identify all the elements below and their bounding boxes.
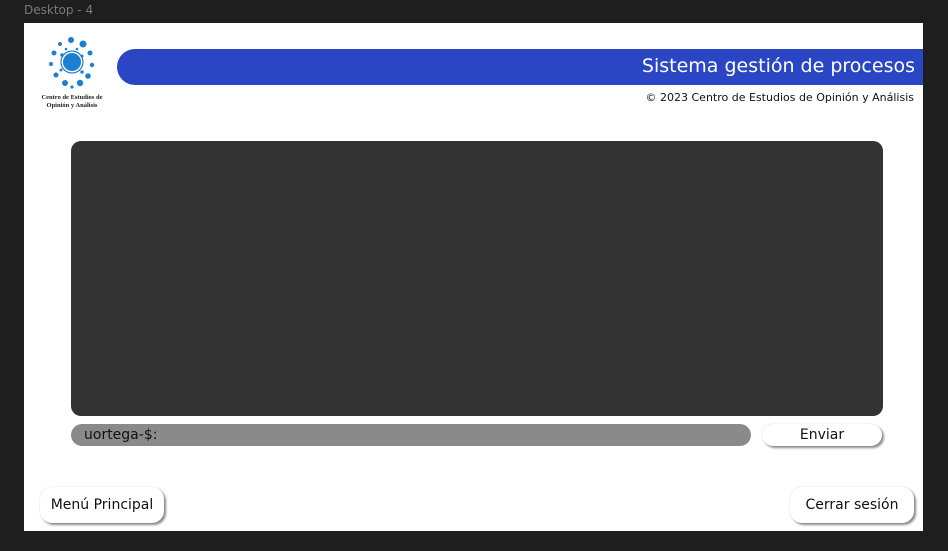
logo-name-line1: Centro de Estudios de (41, 94, 103, 101)
logo-icon (49, 37, 95, 89)
title-bar: Sistema gestión de procesos (117, 49, 923, 85)
copyright-text: © 2023 Centro de Estudios de Opinión y A… (645, 91, 914, 104)
app-window: Centro de Estudios de Opinión y Análisis… (24, 23, 923, 531)
logo-text: Centro de Estudios de Opinión y Análisis (32, 94, 112, 110)
frame-label: Desktop - 4 (24, 3, 94, 17)
logo: Centro de Estudios de Opinión y Análisis (32, 35, 112, 131)
logout-button[interactable]: Cerrar sesión (790, 487, 914, 523)
send-button[interactable]: Enviar (762, 424, 882, 446)
command-prompt-label: uortega-$: (84, 427, 158, 443)
app-title: Sistema gestión de procesos (641, 55, 915, 77)
logo-name-line2: Opinión y Análisis (46, 102, 98, 109)
main-menu-button[interactable]: Menú Principal (40, 487, 164, 523)
command-input[interactable] (157, 424, 751, 446)
console-output (71, 141, 883, 416)
command-bar: uortega-$: (71, 424, 751, 446)
